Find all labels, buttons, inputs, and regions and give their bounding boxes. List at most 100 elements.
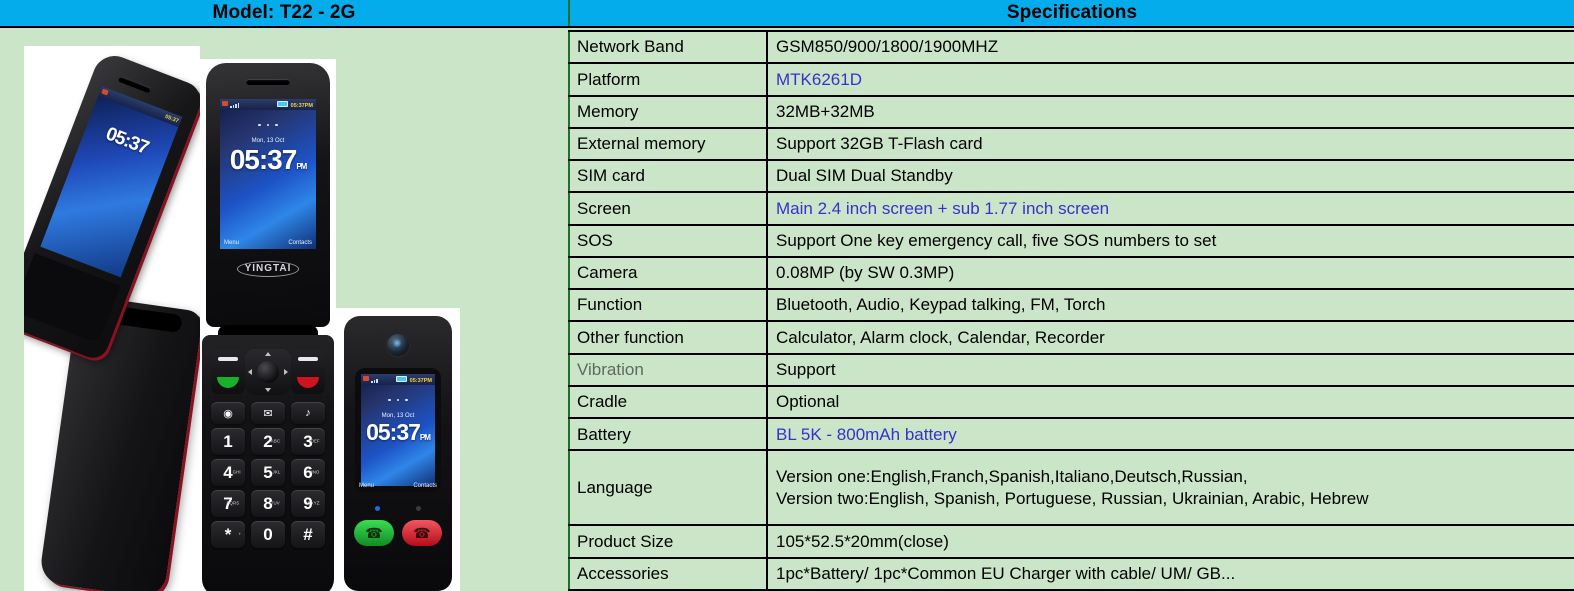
phone-b-screen: 05:37PM Mon, 13 Oct 05:37PM Menu Contact… [220,99,316,249]
page-indicator-dots [361,385,435,406]
key-6[interactable]: 6 MNO [291,459,325,486]
language-version-one: Version one:English,Franch,Spanish,Itali… [776,466,1248,486]
key-0[interactable]: 0 [251,521,285,548]
call-button[interactable]: ☎ [354,520,394,546]
spec-value[interactable]: BL 5K - 800mAh battery [767,417,1574,452]
product-photo-front-open: 05:37PM Mon, 13 Oct 05:37PM Menu Contact… [200,59,336,591]
external-button-row: ☎ ☎ [354,520,442,546]
table-row: Memory 32MB+32MB [568,94,1574,129]
table-row: Network Band GSM850/900/1800/1900MHZ [568,29,1574,65]
music-icon[interactable]: ♪ [291,402,325,424]
brand-logo: YINGTAI [206,261,330,277]
spec-value: GSM850/900/1800/1900MHZ [767,29,1574,65]
phone-a-status-clock: 05:37 [164,113,180,125]
spec-label: Screen [568,191,768,226]
specifications-table: Network Band GSM850/900/1800/1900MHZ Pla… [568,29,1574,591]
table-row: SOS Support One key emergency call, five… [568,223,1574,258]
spec-value-language: Version one:English,Franch,Spanish,Itali… [767,449,1574,527]
indicator-leds [344,498,452,516]
spec-value: Bluetooth, Audio, Keypad talking, FM, To… [767,288,1574,323]
table-row: Vibration Support [568,352,1574,387]
key-5[interactable]: 5 JKL [251,459,285,486]
spec-value: Support [767,352,1574,387]
phone-c-sub-screen: 05:37PM Mon, 13 Oct 05:37PM Menu Contact… [359,374,437,489]
phone-b-lid: 05:37PM Mon, 13 Oct 05:37PM Menu Contact… [206,63,330,327]
phone-b-softkey-left: Menu [224,240,240,246]
spec-label: Function [568,288,768,323]
page-indicator-dots [220,110,316,131]
spec-label: Camera [568,255,768,291]
key-4[interactable]: 4 GHI [211,459,245,486]
end-call-button[interactable]: ☎ [402,520,442,546]
phone-b-keypad-base: ◉ ✉ ♪ 1 2 ABC 3 DEF 4 GHI 5 JKL 6 MNO 7 … [202,335,334,591]
phone-c-clock: 05:37PM [366,419,431,445]
spec-label: Product Size [568,524,768,559]
function-key-row: ◉ ✉ ♪ [211,402,325,424]
product-photo-angled: 05:37 05:37 [24,46,200,591]
rear-camera-icon [385,332,411,358]
spec-value: 32MB+32MB [767,94,1574,129]
right-softkey-button[interactable] [291,350,325,394]
key-1[interactable]: 1 [211,428,245,455]
spec-label: Network Band [568,29,768,65]
keypad-row: 7 PQRS 8 TUV 9 WXYZ [211,490,325,517]
phone-b-status-clock: 05:37PM [290,102,313,109]
phone-b-status-bar: 05:37PM [220,99,316,110]
spec-label: Accessories [568,556,768,591]
spec-value: Dual SIM Dual Standby [767,159,1574,194]
navigation-row [211,347,325,397]
table-row: Function Bluetooth, Audio, Keypad talkin… [568,288,1574,323]
phone-b-softkey-right: Contacts [288,240,312,246]
spec-value: Support 32GB T-Flash card [767,126,1574,162]
keypad-row: 4 GHI 5 JKL 6 MNO [211,459,325,486]
phone-c-body: 05:37PM Mon, 13 Oct 05:37PM Menu Contact… [344,316,452,591]
camera-icon[interactable]: ◉ [211,402,245,424]
spec-label: External memory [568,126,768,162]
call-key-icon [217,377,239,388]
earpiece-speaker-icon [117,75,152,94]
table-row: SIM card Dual SIM Dual Standby [568,159,1574,194]
table-row: Cradle Optional [568,384,1574,420]
spec-value: Calculator, Alarm clock, Calendar, Recor… [767,320,1574,355]
key-hash[interactable]: # [291,521,325,548]
key-2[interactable]: 2 ABC [251,428,285,455]
spec-label: Language [568,449,768,527]
phone-a-screen: 05:37 05:37 [40,86,183,278]
phone-c-status-bar: 05:37PM [361,374,435,385]
table-row-language: Language Version one:English,Franch,Span… [568,449,1574,527]
specifications-table-body: Network Band GSM850/900/1800/1900MHZ Pla… [568,29,1574,591]
product-image-gallery: 05:37 05:37 05:37PM Mon, 13 Oct 05:37PM … [0,30,568,591]
dpad-center-icon [257,361,279,383]
table-row: Platform MTK6261D [568,62,1574,97]
phone-c-sub-screen-frame: 05:37PM Mon, 13 Oct 05:37PM Menu Contact… [355,368,441,492]
spec-label: Other function [568,320,768,355]
phone-c-softkey-left: Menu [359,483,375,489]
spec-label: Platform [568,62,768,97]
spec-value: 0.08MP (by SW 0.3MP) [767,255,1574,291]
table-row: Battery BL 5K - 800mAh battery [568,417,1574,452]
table-row: Other function Calculator, Alarm clock, … [568,320,1574,355]
phone-b-clock: 05:37PM [229,144,308,175]
left-softkey-button[interactable] [211,350,245,394]
key-8[interactable]: 8 TUV [251,490,285,517]
table-row: Product Size 105*52.5*20mm(close) [568,524,1574,559]
message-icon[interactable]: ✉ [251,402,285,424]
keypad-row: 1 2 ABC 3 DEF [211,428,325,455]
key-9[interactable]: 9 WXYZ [291,490,325,517]
table-row: Accessories 1pc*Battery/ 1pc*Common EU C… [568,556,1574,591]
key-star[interactable]: * + [211,521,245,548]
key-7[interactable]: 7 PQRS [211,490,245,517]
model-title: Model: T22 - 2G [0,0,568,26]
spec-label: SOS [568,223,768,258]
battery-icon [396,375,408,382]
spec-value: Optional [767,384,1574,420]
key-3[interactable]: 3 DEF [291,428,325,455]
spec-value[interactable]: MTK6261D [767,62,1574,97]
spec-value: 1pc*Battery/ 1pc*Common EU Charger with … [767,556,1574,591]
dpad-navigation-key[interactable] [245,349,291,395]
product-spec-sheet: Model: T22 - 2G Specifications 05:37 05:… [0,0,1574,591]
spec-label: SIM card [568,159,768,194]
keypad: ◉ ✉ ♪ 1 2 ABC 3 DEF 4 GHI 5 JKL 6 MNO 7 … [211,347,325,548]
spec-value[interactable]: Main 2.4 inch screen + sub 1.77 inch scr… [767,191,1574,226]
specifications-title: Specifications [568,0,1574,26]
